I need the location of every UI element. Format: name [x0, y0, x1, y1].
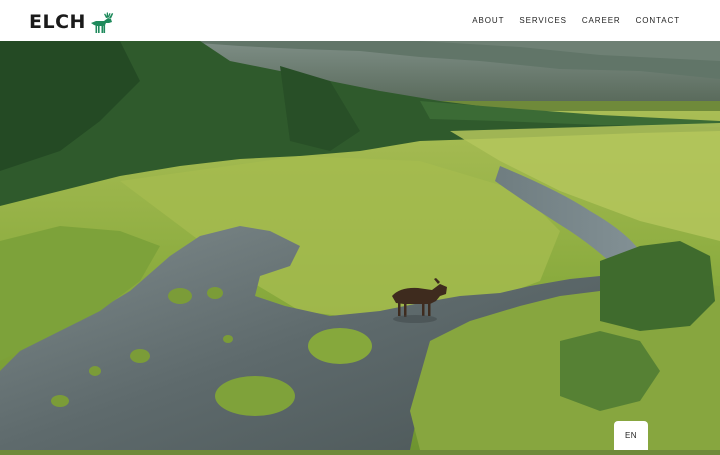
brand-logo[interactable]: ELCH [29, 9, 115, 35]
brand-name: ELCH [29, 11, 86, 33]
nav-about[interactable]: ABOUT [472, 16, 504, 25]
moose-icon [87, 10, 115, 34]
hero-landscape [0, 41, 720, 450]
site-header: ELCH ABOUT SERVICES CAREER CONTACT [0, 0, 720, 41]
hero-image [0, 41, 720, 450]
language-selector[interactable]: EN [614, 421, 648, 450]
nav-career[interactable]: CAREER [582, 16, 621, 25]
nav-contact[interactable]: CONTACT [636, 16, 680, 25]
main-nav: ABOUT SERVICES CAREER CONTACT [472, 0, 680, 41]
nav-services[interactable]: SERVICES [519, 16, 567, 25]
